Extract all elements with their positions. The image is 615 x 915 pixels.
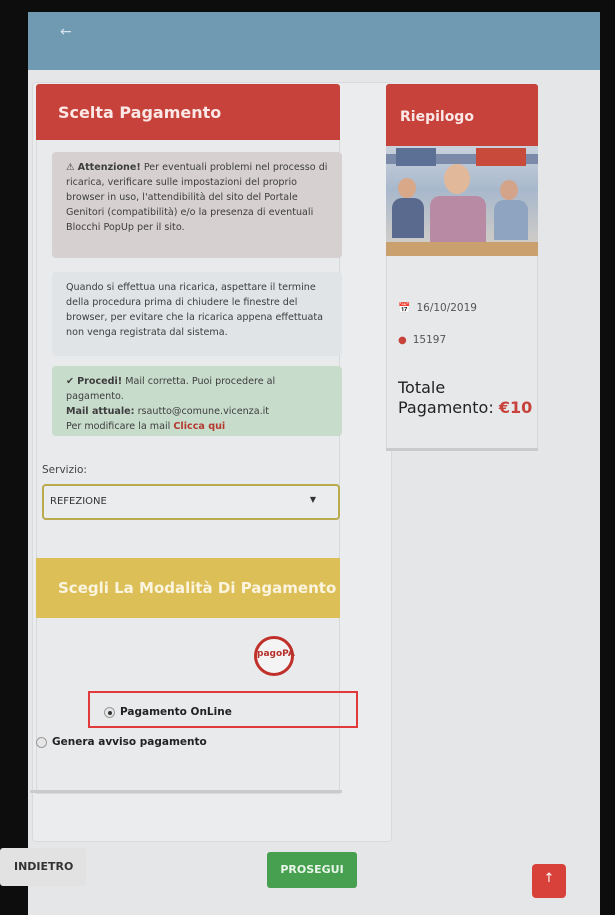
info-text: Quando si effettua una ricarica, aspetta… <box>66 282 324 338</box>
service-select[interactable]: REFEZIONE ▼ <box>42 484 340 520</box>
option-avviso-label: Genera avviso pagamento <box>52 736 207 748</box>
modify-mail-link[interactable]: Clicca qui <box>173 421 225 432</box>
pagopa-logo: pagoPA <box>254 636 295 676</box>
classroom-image <box>386 146 538 256</box>
summary-user: ● 15197 <box>398 334 446 346</box>
modify-text: Per modificare la mail <box>66 421 174 432</box>
arrow-left-icon[interactable]: ← <box>60 24 72 40</box>
summary-title: Riepilogo <box>386 84 538 146</box>
info-alert: Quando si effettua una ricarica, aspetta… <box>52 272 342 356</box>
next-button[interactable]: PROSEGUI <box>267 852 357 888</box>
radio-avviso[interactable] <box>36 736 47 748</box>
success-strong: Procedi! <box>77 376 123 387</box>
total-label-2: Pagamento: <box>398 398 494 417</box>
payment-mode-title: Scegli La Modalità Di Pagamento <box>36 558 340 618</box>
radio-online[interactable] <box>104 706 115 718</box>
service-label: Servizio: <box>42 464 87 476</box>
count-value: 15197 <box>412 334 447 346</box>
calendar-icon: 📅 <box>398 302 411 314</box>
back-button[interactable]: INDIETRO <box>0 848 86 886</box>
caret-down-icon: ▼ <box>309 495 316 504</box>
mail-value: rsautto@comune.vicenza.it <box>134 406 270 417</box>
total-amount: €10 <box>498 398 533 417</box>
user-icon: ● <box>398 334 407 346</box>
option-online-label: Pagamento OnLine <box>120 706 232 718</box>
service-selected-value: REFEZIONE <box>50 496 107 507</box>
total-label: Totale <box>398 378 446 397</box>
check-icon: ✔ <box>66 376 78 387</box>
arrow-up-icon[interactable]: ↑ <box>532 864 566 898</box>
top-bar: ← <box>28 12 600 70</box>
option-genera-avviso[interactable]: Genera avviso pagamento <box>36 736 207 748</box>
card-divider <box>30 790 342 793</box>
warning-icon: ⚠ <box>66 162 78 173</box>
warning-strong: Attenzione! <box>77 162 141 173</box>
summary-divider <box>386 448 538 451</box>
mail-label: Mail attuale: <box>66 406 135 417</box>
summary-date: 📅 16/10/2019 <box>398 302 477 314</box>
success-alert: ✔ Procedi! Mail corretta. Puoi procedere… <box>52 366 342 436</box>
total-block: Totale Pagamento: €10 <box>398 378 532 418</box>
payment-card-title: Scelta Pagamento <box>36 84 340 140</box>
warning-alert: ⚠ Attenzione! Per eventuali problemi nel… <box>52 152 342 258</box>
option-pagamento-online[interactable]: Pagamento OnLine <box>104 706 232 718</box>
date-value: 16/10/2019 <box>416 302 477 314</box>
